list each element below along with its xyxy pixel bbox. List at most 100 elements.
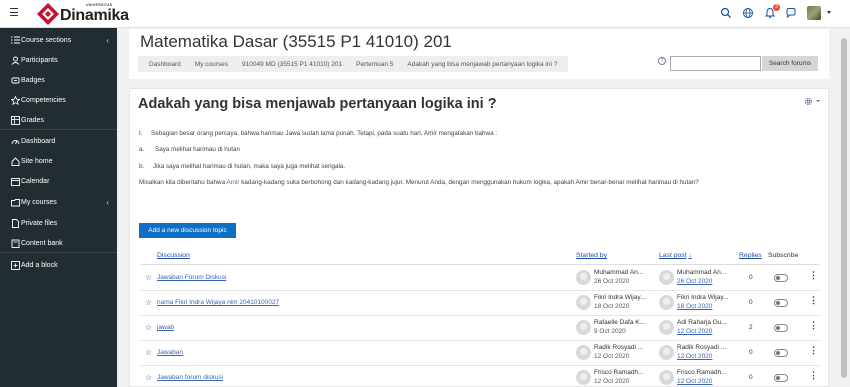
discussion-link[interactable]: Jawaban Forum Diskusi [157,274,226,281]
last-post-date-link[interactable]: 26 Oct 2020 [677,278,712,285]
chevron-left-icon[interactable]: ‹ [106,198,109,207]
sidebar-item-calendar[interactable]: Calendar [0,172,117,190]
sidebar-item-label: Competencies [21,96,66,104]
breadcrumb-item-my-courses[interactable]: My courses [188,61,235,68]
sidebar-item-dashboard[interactable]: Dashboard [0,132,117,150]
forum-card: Adakah yang bisa menjawab pertanyaan log… [129,88,829,387]
sidebar-divider [0,252,117,253]
last-post-author: Fikri Indra Wijay... [677,294,729,301]
search-icon[interactable] [720,7,732,19]
courses-icon [10,197,20,207]
last-post-author: Radik Rosyadi ... [677,344,727,351]
table-row: ☆ jawab Rafaelle Dafa K... 9 Oct 2020 Ad… [140,316,820,341]
table-row: ☆ Jawaban forum diskusi Frisco Ramadh...… [140,366,820,387]
breadcrumb-item-course[interactable]: 910049 MD (35515 P1 41010) 201 [235,61,349,68]
sidebar-item-private-files[interactable]: Private files [0,214,117,232]
breadcrumb-item-section[interactable]: Pertemuan 5 [349,61,400,68]
discussion-link[interactable]: jawab [157,324,174,331]
search-forums-input[interactable] [670,56,761,71]
sidebar-item-badges[interactable]: Badges [0,71,117,89]
forum-title: Adakah yang bisa menjawab pertanyaan log… [138,96,497,112]
breadcrumb-item-dashboard[interactable]: Dashboard [142,61,188,68]
help-icon[interactable]: ? [658,57,666,65]
discussion-link[interactable]: Jawaban [157,349,183,356]
last-post-date-link[interactable]: 12 Oct 2020 [677,353,712,360]
column-discussion[interactable]: Discussion [157,252,190,259]
column-started-by[interactable]: Started by [576,252,607,259]
table-row: ☆ Jawaban Forum Diskusi Muhammad An... 2… [140,266,820,291]
sidebar-item-label: Dashboard [21,137,56,145]
more-actions-icon[interactable]: ⋮ [809,321,818,330]
last-post-date-link[interactable]: 18 Oct 2020 [677,303,712,310]
subscribe-toggle[interactable] [774,349,788,357]
sidebar-item-label: My courses [21,198,57,206]
avatar [659,295,674,310]
discussion-link[interactable]: nama Fikri Indra Wijaya nim 20410100027 [157,299,279,306]
star-favourite-icon[interactable]: ☆ [145,374,152,382]
column-replies[interactable]: Replies [739,252,762,259]
chat-bubble-icon[interactable] [785,7,797,19]
reply-count[interactable]: 0 [749,349,753,356]
reply-count[interactable]: 2 [749,324,753,331]
avatar [659,270,674,285]
reply-count[interactable]: 0 [749,274,753,281]
subscribe-toggle[interactable] [774,299,788,307]
amir-link[interactable]: Amir [227,179,240,186]
sidebar-item-add-block[interactable]: Add a block [0,256,117,274]
hamburger-menu-icon[interactable] [10,8,18,18]
subscribe-toggle[interactable] [774,324,788,332]
notification-count-badge: 3 [773,4,780,11]
sidebar-item-course-sections[interactable]: Course sections ‹ [0,31,117,49]
add-block-icon [10,260,20,270]
site-logo[interactable]: UNIVERSITAS Dinamika [36,2,129,26]
logo-name-text: Dinamika [60,7,129,24]
starter-name: Frisco Ramadh... [594,369,644,376]
last-post-date-link[interactable]: 12 Oct 2020 [677,328,712,335]
reply-count[interactable]: 0 [749,299,753,306]
calendar-icon [10,176,20,186]
subscribe-toggle[interactable] [774,274,788,282]
starter-name: Radik Rosyadi ... [594,344,644,351]
user-menu-caret-icon[interactable] [827,11,831,14]
star-favourite-icon[interactable]: ☆ [145,299,152,307]
scrollbar-thumb[interactable] [841,38,847,378]
user-avatar[interactable] [807,6,821,20]
started-date: 18 Oct 2020 [594,303,630,310]
star-favourite-icon[interactable]: ☆ [145,349,152,357]
starter-name: Rafaelle Dafa K... [594,319,645,326]
question-line-b: b. Jika saya melihat harimau di hutan, ma… [139,163,346,170]
content-bank-icon [10,238,20,248]
star-favourite-icon[interactable]: ☆ [145,274,152,282]
question-line-a: a. Saya melihat harimau di hutan [139,146,241,153]
add-discussion-topic-button[interactable]: Add a new discussion topic [139,223,236,238]
chevron-left-icon[interactable]: ‹ [106,36,109,45]
star-favourite-icon[interactable]: ☆ [145,324,152,332]
discussion-link[interactable]: Jawaban forum diskusi [157,374,223,381]
column-last-post[interactable]: Last post ↓ [659,252,692,259]
sidebar-item-grades[interactable]: Grades [0,111,117,129]
search-forums-button[interactable]: Search forums [762,56,818,71]
home-icon [10,156,20,166]
avatar [576,370,591,385]
reply-count[interactable]: 0 [749,374,753,381]
sidebar-item-competencies[interactable]: Competencies [0,91,117,109]
started-date: 12 Oct 2020 [594,378,630,385]
caret-down-icon [816,100,820,102]
sidebar-item-site-home[interactable]: Site home [0,152,117,170]
last-post-author: Muhammad An... [677,269,727,276]
starter-name: Fikri Indra Wijay... [594,294,646,301]
last-post-date-link[interactable]: 12 Oct 2020 [677,378,712,385]
globe-icon[interactable] [742,7,754,19]
sidebar-item-my-courses[interactable]: My courses ‹ [0,193,117,211]
more-actions-icon[interactable]: ⋮ [809,296,818,305]
subscribe-toggle[interactable] [774,374,788,382]
sidebar-item-label: Calendar [21,177,50,185]
forum-settings-menu[interactable] [803,95,821,107]
users-icon [10,55,20,65]
more-actions-icon[interactable]: ⋮ [809,371,818,380]
more-actions-icon[interactable]: ⋮ [809,346,818,355]
sidebar-item-participants[interactable]: Participants [0,51,117,69]
sidebar-item-content-bank[interactable]: Content bank [0,234,117,252]
more-actions-icon[interactable]: ⋮ [809,271,818,280]
page-scrollbar[interactable] [838,28,850,387]
